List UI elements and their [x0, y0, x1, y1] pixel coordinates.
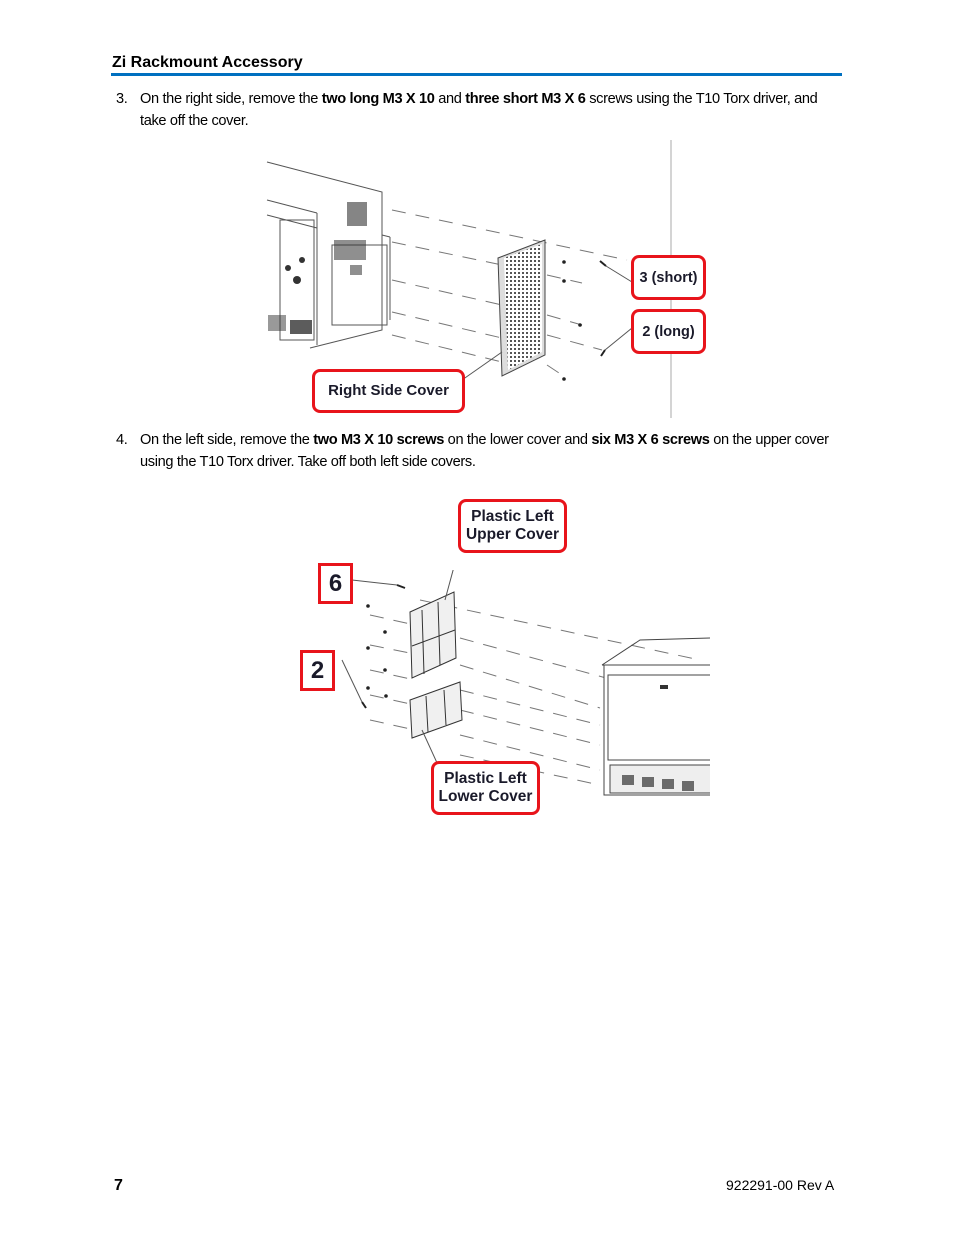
- page-number: 7: [114, 1177, 123, 1194]
- callout-long-screws: 2 (long): [631, 309, 706, 354]
- document-id: 922291-00 Rev A: [726, 1177, 835, 1193]
- step-text: On the left side, remove the two M3 X 10…: [140, 429, 836, 473]
- text-run: and: [434, 91, 466, 107]
- emphasis-text: two long M3 X 10: [321, 91, 435, 107]
- callout-line: Plastic Left: [471, 508, 554, 525]
- step-number: 4.: [116, 432, 128, 448]
- callout-short-screws: 3 (short): [631, 255, 706, 300]
- callout-line: Upper Cover: [465, 526, 560, 543]
- callout-line: Lower Cover: [438, 788, 533, 805]
- screws: [562, 260, 582, 381]
- callout-upper-cover: Plastic Left Upper Cover: [458, 499, 567, 553]
- right-side-cover: [497, 239, 546, 377]
- plastic-left-lower-cover: [409, 681, 463, 739]
- page-header-title: Zi Rackmount Accessory: [112, 54, 303, 71]
- text-run: On the left side, remove the: [140, 432, 314, 448]
- emphasis-text: two M3 X 10 screws: [313, 432, 444, 448]
- emphasis-text: three short M3 X 6: [465, 91, 586, 107]
- emphasis-text: six M3 X 6 screws: [591, 432, 710, 448]
- step-number: 3.: [116, 91, 128, 107]
- callout-right-side-cover: Right Side Cover: [312, 369, 465, 413]
- plastic-left-upper-cover: [409, 591, 457, 679]
- header-divider: [111, 73, 842, 76]
- text-run: On the right side, remove the: [140, 91, 322, 107]
- callout-two-screws: 2: [300, 650, 335, 691]
- step-text: On the right side, remove the two long M…: [140, 88, 836, 132]
- callout-line: Plastic Left: [444, 770, 527, 787]
- callout-six-screws: 6: [318, 563, 353, 604]
- callout-lower-cover: Plastic Left Lower Cover: [431, 761, 540, 815]
- text-run: on the lower cover and: [443, 432, 592, 448]
- step-3: 3. On the right side, remove the two lon…: [116, 88, 836, 132]
- step-4: 4. On the left side, remove the two M3 X…: [116, 429, 836, 473]
- instrument-front: [601, 637, 710, 796]
